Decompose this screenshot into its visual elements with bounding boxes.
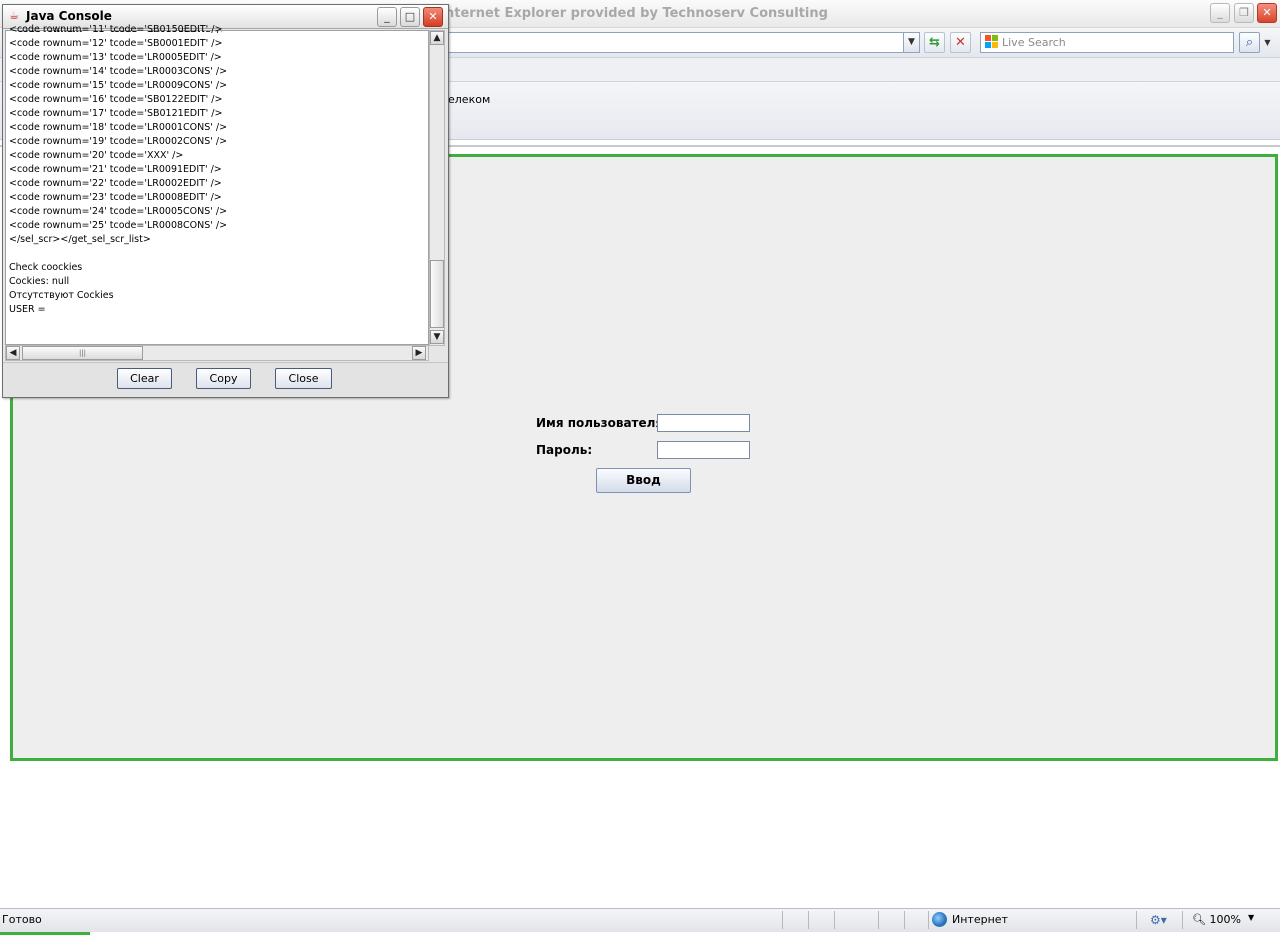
status-divider: [808, 911, 809, 929]
console-line: <code rownum='12' tcode='SB0001EDIT' />: [9, 38, 223, 49]
browser-restore-button[interactable]: ❐: [1234, 3, 1254, 23]
internet-zone-icon: [932, 912, 947, 927]
status-text: Готово: [2, 913, 42, 926]
console-line: <code rownum='16' tcode='SB0122EDIT' />: [9, 94, 223, 105]
password-label: Пароль:: [536, 443, 593, 457]
console-lines: <code rownum='11' tcode='SB0150EDIT' /> <…: [9, 23, 424, 317]
console-line: <code rownum='11' tcode='SB0150EDIT' />: [9, 24, 223, 35]
browser-close-button[interactable]: ✕: [1257, 3, 1277, 23]
java-console-close-button[interactable]: ✕: [423, 7, 443, 27]
search-icon[interactable]: ⌕: [1239, 32, 1260, 53]
status-divider: [834, 911, 835, 929]
scroll-right-icon[interactable]: ▶: [412, 346, 426, 360]
console-line: <code rownum='17' tcode='SB0121EDIT' />: [9, 108, 223, 119]
console-line: </sel_scr></get_sel_scr_list>: [9, 234, 151, 245]
page-company-text: елеком: [448, 93, 491, 106]
status-bar: [0, 908, 1280, 932]
scroll-left-icon[interactable]: ◀: [6, 346, 20, 360]
console-line: <code rownum='24' tcode='LR0005CONS' />: [9, 206, 228, 217]
status-divider: [878, 911, 879, 929]
search-options-icon[interactable]: ▼: [1261, 32, 1274, 53]
zoom-value: 100%: [1209, 913, 1241, 926]
console-line: <code rownum='23' tcode='LR0008EDIT' />: [9, 192, 222, 203]
close-button[interactable]: Close: [275, 368, 332, 389]
status-divider: [1136, 911, 1137, 929]
console-line: <code rownum='13' tcode='LR0005EDIT' />: [9, 52, 222, 63]
clear-button[interactable]: Clear: [117, 368, 172, 389]
console-line: <code rownum='22' tcode='LR0002EDIT' />: [9, 178, 222, 189]
status-divider: [904, 911, 905, 929]
console-line: <code rownum='15' tcode='LR0009CONS' />: [9, 80, 228, 91]
console-line: <code rownum='18' tcode='LR0001CONS' />: [9, 122, 228, 133]
username-label: Имя пользователя:: [536, 416, 668, 430]
browser-title: nternet Explorer provided by Technoserv …: [445, 6, 828, 21]
console-line: <code rownum='25' tcode='LR0008CONS' />: [9, 220, 228, 231]
status-divider: [1182, 911, 1183, 929]
internet-zone-text: Интернет: [952, 913, 1008, 926]
console-line: Отсутствуют Cockies: [9, 290, 114, 301]
console-line: <code rownum='19' tcode='LR0002CONS' />: [9, 136, 228, 147]
address-dropdown-icon[interactable]: ▼: [903, 32, 920, 53]
status-divider: [782, 911, 783, 929]
stop-icon[interactable]: ✕: [950, 32, 971, 53]
search-placeholder: Live Search: [1002, 36, 1066, 49]
java-cup-icon: ☕: [9, 9, 19, 22]
status-divider: [928, 911, 929, 929]
console-line: USER =: [9, 304, 46, 315]
console-line: <code rownum='21' tcode='LR0091EDIT' />: [9, 164, 222, 175]
username-field[interactable]: [657, 414, 750, 432]
refresh-icon[interactable]: ⇆: [924, 32, 945, 53]
browser-minimize-button[interactable]: _: [1210, 3, 1230, 23]
vertical-scroll-thumb[interactable]: [430, 260, 444, 328]
console-line: Check coockies: [9, 262, 83, 273]
zoom-level[interactable]: 🔍︎ 100%: [1192, 913, 1241, 926]
zoom-dropdown-icon[interactable]: ▼: [1248, 913, 1254, 922]
protected-mode-icon[interactable]: ⚙▾: [1150, 913, 1167, 927]
java-console-title: Java Console: [26, 9, 112, 23]
address-bar[interactable]: [440, 32, 920, 53]
copy-button[interactable]: Copy: [196, 368, 251, 389]
password-field[interactable]: [657, 441, 750, 459]
windows-logo-icon: [985, 35, 998, 48]
scroll-down-icon[interactable]: ▼: [430, 330, 444, 344]
console-line: <code rownum='14' tcode='LR0003CONS' />: [9, 66, 228, 77]
horizontal-scroll-thumb[interactable]: |||: [22, 346, 143, 360]
login-button[interactable]: Ввод: [596, 468, 691, 493]
console-line: <code rownum='20' tcode='XXX' />: [9, 150, 184, 161]
scroll-up-icon[interactable]: ▲: [430, 31, 444, 45]
console-line: Cockies: null: [9, 276, 70, 287]
